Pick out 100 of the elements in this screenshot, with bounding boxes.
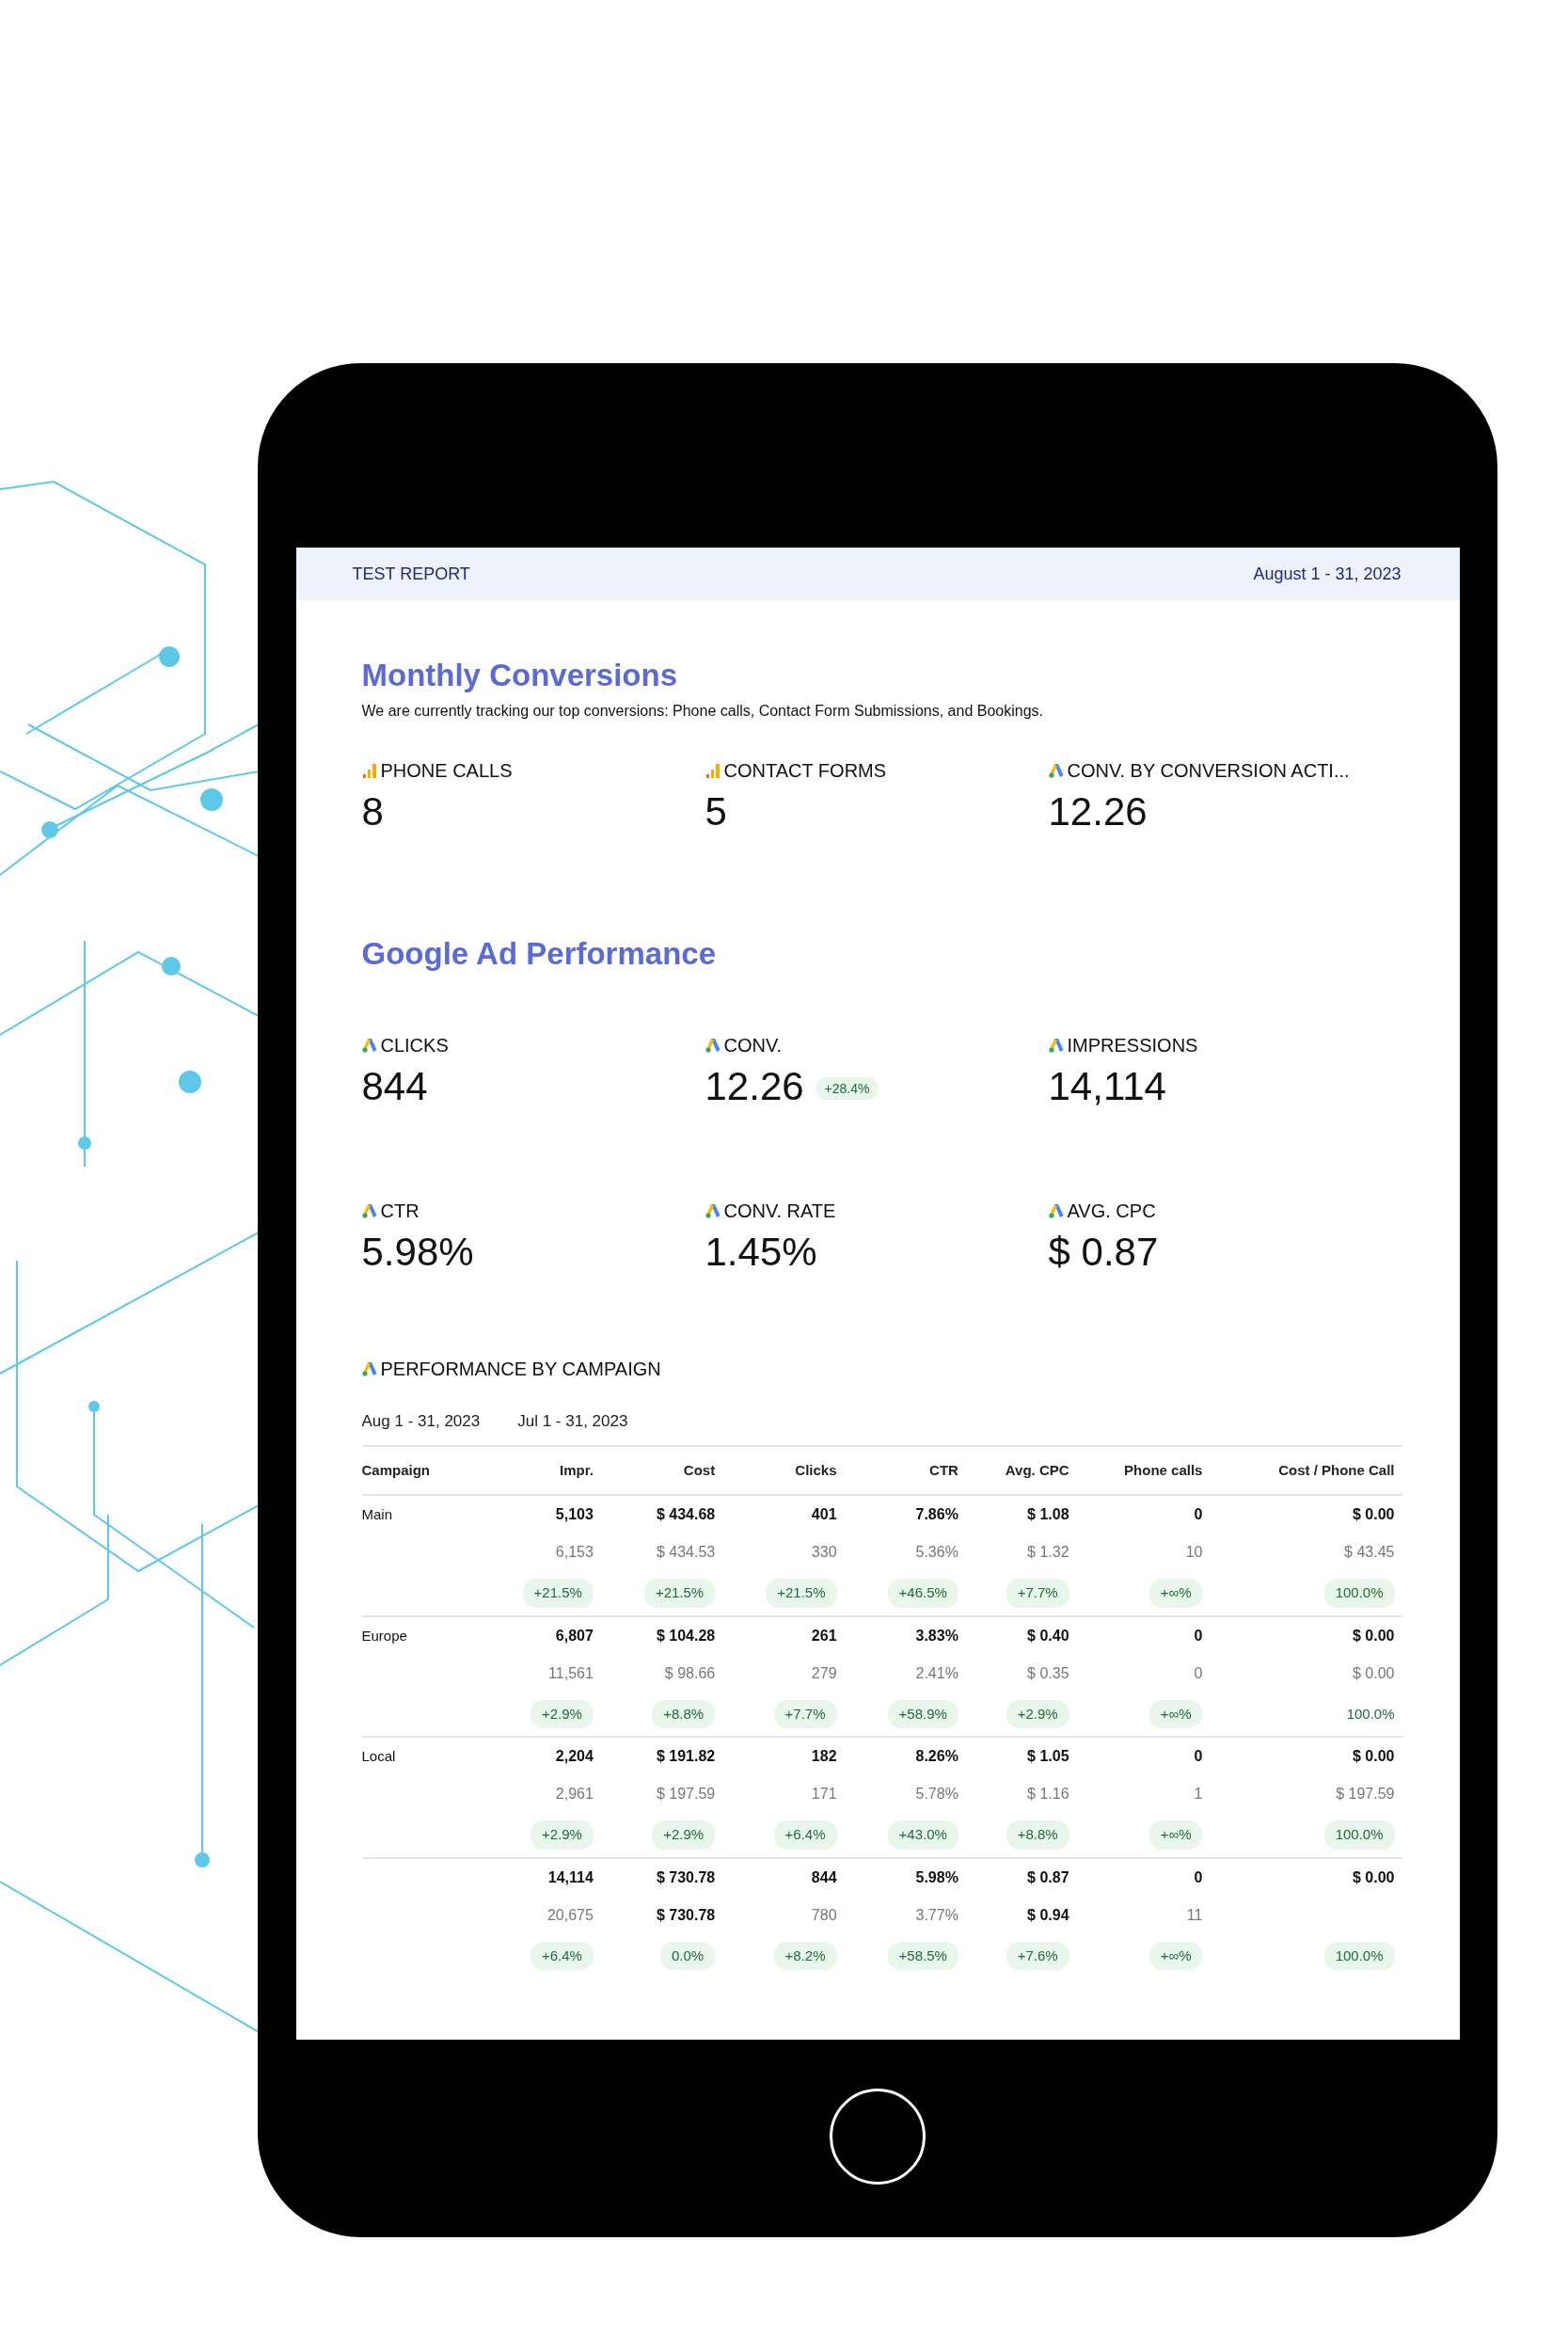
change-badge: +6.4% bbox=[530, 1941, 594, 1971]
change-badge: +2.9% bbox=[530, 1820, 594, 1850]
change-badge: +21.5% bbox=[643, 1579, 716, 1608]
table-cell: $ 1.16 bbox=[1027, 1786, 1069, 1803]
change-badge: 0.0% bbox=[660, 1941, 716, 1971]
metric-value: 5.98% bbox=[361, 1229, 474, 1274]
change-badge: +46.5% bbox=[887, 1579, 958, 1608]
table-cell: $ 0.00 bbox=[1353, 1748, 1395, 1765]
metric-label: IMPRESSIONS bbox=[1067, 1033, 1198, 1057]
table-cell: $ 0.00 bbox=[1353, 1506, 1395, 1523]
table-cell: $ 197.59 bbox=[656, 1786, 716, 1803]
table-cell: $ 0.00 bbox=[1353, 1868, 1395, 1885]
triangle-logo-icon bbox=[1048, 1037, 1064, 1053]
table-cell: 5.36% bbox=[915, 1544, 958, 1561]
change-badge: +21.5% bbox=[766, 1579, 837, 1608]
table-cell: $ 0.94 bbox=[1027, 1906, 1069, 1923]
metric-value: 1.45% bbox=[705, 1229, 817, 1274]
table-cell: 8.26% bbox=[915, 1748, 958, 1765]
change-badge: +7.6% bbox=[1006, 1941, 1069, 1971]
table-cell: 0 bbox=[1194, 1506, 1203, 1523]
change-badge: +∞% bbox=[1148, 1699, 1203, 1729]
table-cell: $ 434.68 bbox=[656, 1506, 716, 1523]
table-cell: 1 bbox=[1194, 1786, 1203, 1803]
change-badge: 100.0% bbox=[1323, 1941, 1395, 1971]
metric-label: CONV. BY CONVERSION ACTI... bbox=[1067, 758, 1350, 783]
triangle-logo-icon bbox=[361, 1037, 377, 1053]
column-header: Campaign bbox=[361, 1445, 480, 1496]
home-button[interactable] bbox=[830, 2089, 926, 2185]
table-cell: 2,961 bbox=[555, 1786, 594, 1803]
table-cell: $ 0.00 bbox=[1353, 1664, 1395, 1681]
table-cell: 3.83% bbox=[915, 1627, 958, 1644]
change-badge: 100.0% bbox=[1323, 1820, 1395, 1850]
section-title: Monthly Conversions bbox=[361, 657, 679, 694]
table-cell: 844 bbox=[811, 1868, 837, 1885]
campaign-name: Local bbox=[361, 1748, 396, 1765]
table-cell: $ 730.78 bbox=[656, 1906, 716, 1923]
metric-label: CONTACT FORMS bbox=[723, 758, 887, 783]
table-cell: 0 bbox=[1194, 1664, 1203, 1681]
bar-chart-icon bbox=[361, 762, 377, 778]
triangle-logo-icon bbox=[361, 1202, 377, 1218]
metric-value: 8 bbox=[361, 788, 384, 834]
table-cell: 5,103 bbox=[555, 1506, 594, 1523]
section-title: Google Ad Performance bbox=[361, 935, 718, 973]
table-cell: 5.98% bbox=[915, 1868, 958, 1885]
table-cell: $ 0.40 bbox=[1027, 1627, 1069, 1644]
change-badge: +7.7% bbox=[773, 1699, 837, 1729]
triangle-logo-icon bbox=[705, 1202, 721, 1218]
table-cell: 11 bbox=[1186, 1906, 1203, 1923]
table-cell: 20,675 bbox=[546, 1906, 594, 1923]
table-cell: 330 bbox=[811, 1544, 837, 1561]
table-cell: 6,807 bbox=[555, 1627, 594, 1644]
table-cell: 14,114 bbox=[547, 1868, 594, 1885]
table-cell: 7.86% bbox=[915, 1506, 958, 1523]
metric-value: 844 bbox=[361, 1063, 428, 1108]
change-badge: +21.5% bbox=[522, 1579, 594, 1608]
date-range: August 1 - 31, 2023 bbox=[1253, 563, 1402, 585]
table-cell: $ 0.00 bbox=[1353, 1627, 1395, 1644]
change-badge: +58.5% bbox=[887, 1941, 958, 1971]
metric-label: PHONE CALLS bbox=[380, 758, 513, 783]
change-badge: +∞% bbox=[1148, 1579, 1203, 1608]
table-cell: 10 bbox=[1185, 1544, 1203, 1561]
period-label: Jul 1 - 31, 2023 bbox=[517, 1411, 628, 1433]
change-badge: +8.8% bbox=[652, 1699, 716, 1729]
column-header: Phone calls bbox=[1076, 1445, 1211, 1496]
section-description: We are currently tracking our top conversions: Phone calls, Contact Form Submissions, and Bookings. bbox=[361, 701, 1044, 721]
change-badge: +43.0% bbox=[887, 1820, 958, 1850]
change-badge: +28.4% bbox=[815, 1077, 879, 1101]
change-badge: +2.9% bbox=[530, 1699, 594, 1729]
table-title: PERFORMANCE BY CAMPAIGN bbox=[380, 1358, 661, 1382]
table-cell: 2,204 bbox=[555, 1748, 594, 1765]
bar-chart-icon bbox=[705, 762, 721, 778]
metric-value: 14,114 bbox=[1048, 1063, 1166, 1108]
table-cell: $ 1.05 bbox=[1027, 1748, 1069, 1765]
metric-label: CONV. bbox=[723, 1033, 782, 1057]
change-badge: +8.2% bbox=[773, 1941, 837, 1971]
table-cell: $ 98.66 bbox=[664, 1664, 716, 1681]
table-cell: 2.41% bbox=[915, 1664, 958, 1681]
table-cell: 0 bbox=[1194, 1627, 1203, 1644]
report-title: TEST REPORT bbox=[352, 563, 470, 585]
change-value: 100.0% bbox=[1346, 1704, 1395, 1724]
metric-value: $ 0.87 bbox=[1048, 1229, 1159, 1274]
change-badge: +2.9% bbox=[652, 1820, 716, 1850]
metric-value: 5 bbox=[705, 788, 727, 834]
metric-label: AVG. CPC bbox=[1067, 1199, 1156, 1223]
period-label: Aug 1 - 31, 2023 bbox=[361, 1411, 481, 1433]
table-cell: $ 0.87 bbox=[1027, 1868, 1069, 1885]
table-cell: $ 43.45 bbox=[1344, 1544, 1395, 1561]
table-cell: $ 0.35 bbox=[1027, 1664, 1069, 1681]
column-header: Cost / Phone Call bbox=[1210, 1445, 1402, 1496]
table-cell: $ 434.53 bbox=[656, 1544, 716, 1561]
table-cell: 261 bbox=[811, 1627, 837, 1644]
metric-value: 12.26 bbox=[1048, 788, 1148, 834]
triangle-logo-icon bbox=[705, 1037, 721, 1053]
table-cell: $ 197.59 bbox=[1336, 1786, 1395, 1803]
triangle-logo-icon bbox=[361, 1361, 377, 1377]
metric-label: CTR bbox=[380, 1199, 420, 1223]
table-cell: 401 bbox=[811, 1506, 837, 1523]
triangle-logo-icon bbox=[1048, 1202, 1064, 1218]
metric-label: CLICKS bbox=[380, 1033, 449, 1057]
table-cell: 171 bbox=[811, 1786, 837, 1803]
